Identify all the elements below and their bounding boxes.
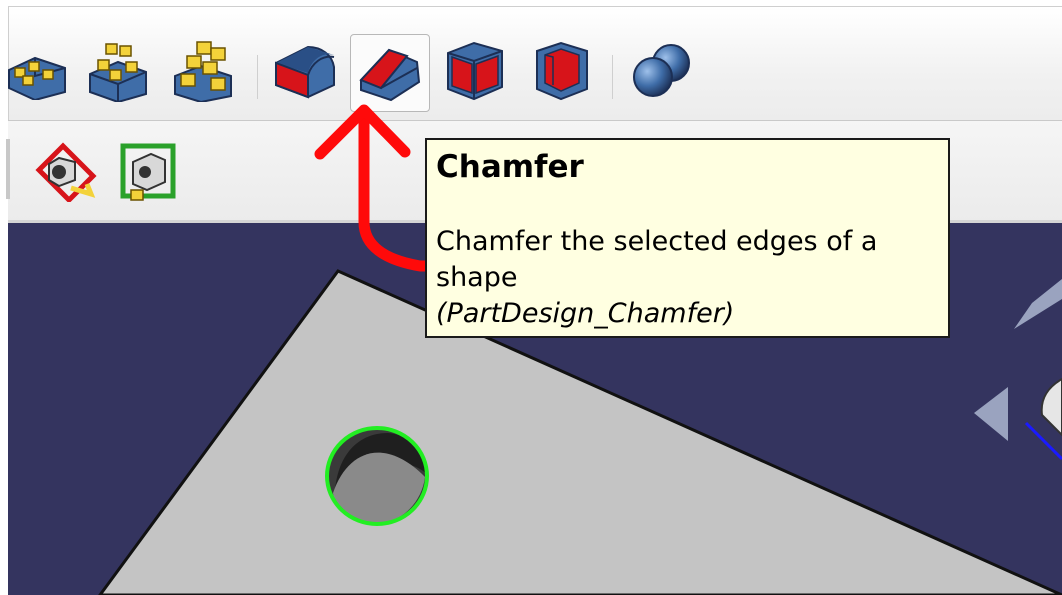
chamfer-tooltip: Chamfer Chamfer the selected edges of a … — [425, 138, 950, 338]
validate-sketch-button[interactable] — [112, 135, 184, 207]
draft-icon — [447, 41, 503, 101]
boolean-icon — [633, 44, 690, 97]
tooltip-command: (PartDesign_Chamfer) — [436, 298, 735, 329]
rotate-arrow-icon[interactable] — [1014, 279, 1062, 329]
validate-sketch-icon — [120, 143, 176, 201]
tooltip-description: Chamfer the selected edges of a shape — [436, 226, 878, 293]
draft-button[interactable] — [439, 34, 511, 106]
sketch-tool-button[interactable] — [30, 135, 102, 207]
toolbar-separator — [257, 55, 258, 99]
boolean-button[interactable] — [626, 34, 698, 106]
fillet-icon — [275, 45, 335, 99]
multitransform-button[interactable] — [167, 34, 239, 106]
chamfer-button[interactable] — [350, 34, 430, 112]
nav-cube-face[interactable] — [1040, 377, 1062, 437]
tooltip-title: Chamfer — [436, 149, 584, 185]
polar-pattern-button[interactable] — [82, 34, 154, 106]
freecad-window: Chamfer Chamfer the selected edges of a … — [0, 0, 1062, 595]
thickness-icon — [536, 41, 588, 101]
multitransform-partial-icon — [8, 56, 66, 100]
partdesign-toolbar — [8, 6, 1062, 121]
fillet-button[interactable] — [269, 34, 341, 106]
multitransform-partial-button[interactable] — [1, 34, 73, 106]
hole-feature[interactable] — [325, 426, 429, 526]
multitransform-icon — [174, 41, 232, 102]
chamfer-icon — [359, 48, 421, 102]
polar-pattern-icon — [89, 43, 147, 102]
toolbar-handle[interactable] — [6, 139, 10, 199]
nav-left-arrow-icon[interactable] — [974, 387, 1008, 441]
thickness-button[interactable] — [526, 34, 598, 106]
sketch-tool-icon — [35, 142, 97, 202]
toolbar-separator — [612, 55, 613, 99]
navigation-cube[interactable] — [974, 279, 1062, 461]
